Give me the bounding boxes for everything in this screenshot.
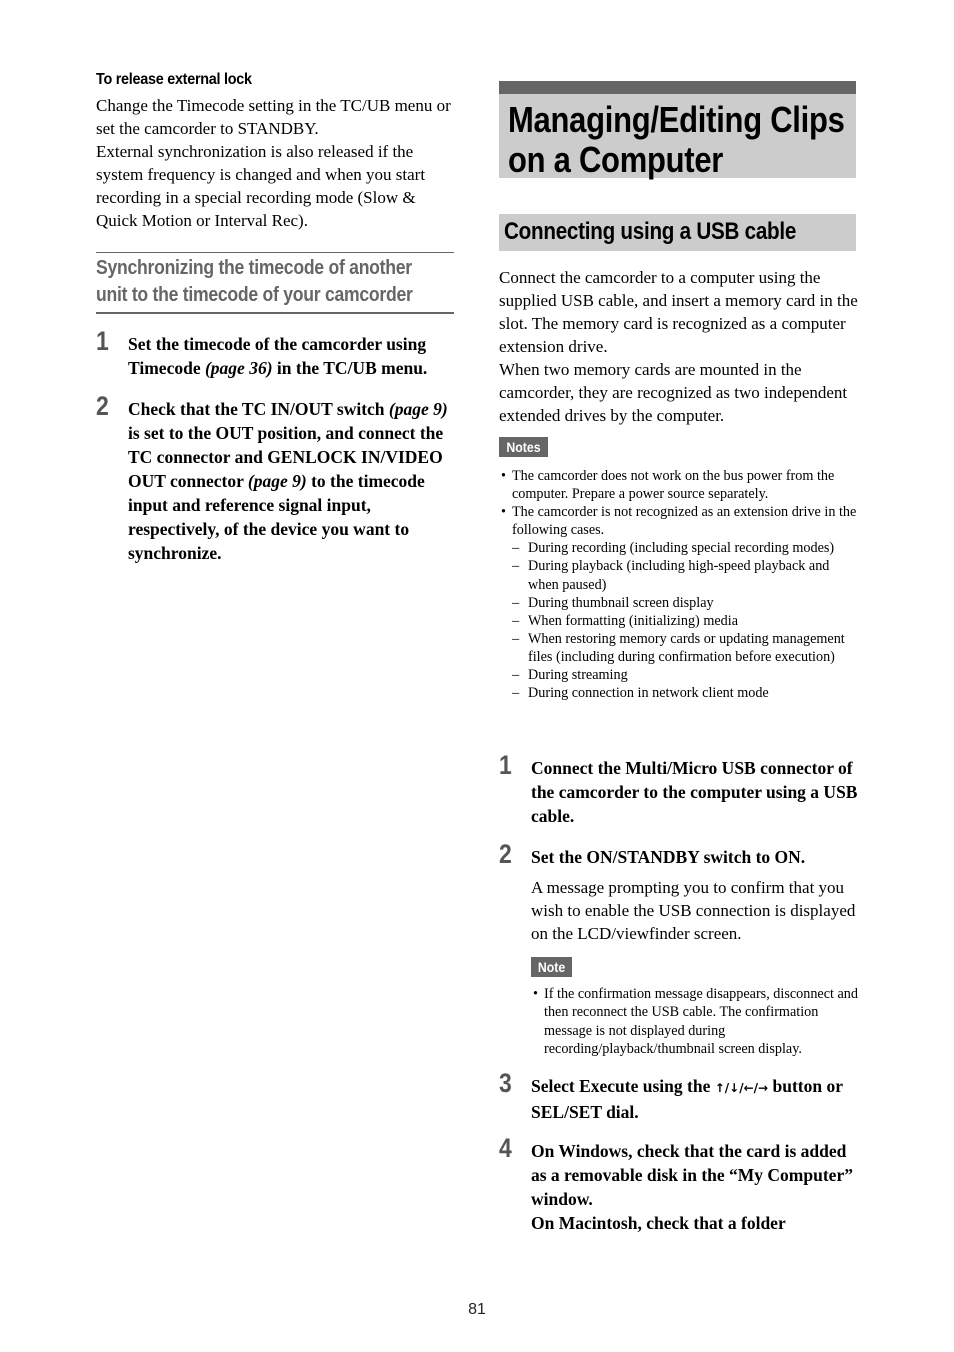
step-text: On Windows, check that the card is added… xyxy=(531,1139,861,1235)
dash-icon: – xyxy=(512,558,520,575)
arrow-up-down-left-right-icon: ↑/↓/←/→ xyxy=(714,1081,769,1095)
step-text: Set the ON/STANDBY switch to ON. xyxy=(531,847,806,867)
text: in the TC/UB menu. xyxy=(272,358,428,378)
notes-badge: Notes xyxy=(499,437,548,457)
release-lock-body: Change the Timecode setting in the TC/UB… xyxy=(96,94,458,232)
case-item: – When formatting (initializing) media xyxy=(499,612,859,630)
step-text: Set the timecode of the camcorder using … xyxy=(128,332,458,380)
usb-step-1: 1 Connect the Multi/Micro USB connector … xyxy=(499,750,861,828)
dash-icon: – xyxy=(512,540,520,557)
sync-section-heading: Synchronizing the timecode of another un… xyxy=(96,252,454,314)
chapter-title: Managing/Editing Clips on a Computer xyxy=(508,100,845,180)
dash-icon: – xyxy=(512,685,520,702)
case-item: – During thumbnail screen display xyxy=(499,594,859,612)
note-item: If the confirmation message disappears, … xyxy=(531,985,861,1059)
heading-line: Synchronizing the timecode of another xyxy=(96,257,412,279)
step-note: Note If the confirmation message disappe… xyxy=(531,957,861,1059)
paragraph: Connect the camcorder to a computer usin… xyxy=(499,268,858,356)
case-item: – During playback (including high-speed p… xyxy=(499,557,859,593)
title-line: Managing/Editing Clips xyxy=(508,99,845,140)
case-item: – During streaming xyxy=(499,666,859,684)
release-lock-heading: To release external lock xyxy=(96,71,252,88)
dash-icon: – xyxy=(512,612,520,629)
usb-step-4: 4 On Windows, check that the card is add… xyxy=(499,1133,861,1235)
page-link[interactable]: (page 36) xyxy=(205,358,273,378)
usb-step-2: 2 Set the ON/STANDBY switch to ON. A mes… xyxy=(499,839,861,1059)
note-list: If the confirmation message disappears, … xyxy=(531,985,861,1059)
chapter-title-band: Managing/Editing Clips on a Computer xyxy=(499,81,856,180)
dash-icon: – xyxy=(512,667,520,684)
case-text: When restoring memory cards or updating … xyxy=(528,630,845,665)
text: Select Execute using the xyxy=(531,1076,715,1096)
note-badge: Note xyxy=(531,957,573,977)
sync-step-1: 1 Set the timecode of the camcorder usin… xyxy=(96,326,458,380)
step-number: 1 xyxy=(499,750,512,780)
step-text: Select Execute using the ↑/↓/←/→ button … xyxy=(531,1074,861,1124)
dash-icon: – xyxy=(512,594,520,611)
text-line: On Windows, check that the card is added… xyxy=(531,1141,853,1209)
section-title: Connecting using a USB cable xyxy=(504,218,797,245)
section-title-band: Connecting using a USB cable xyxy=(499,214,856,251)
badge-label: Note xyxy=(537,959,566,975)
text: Check that the TC IN/OUT switch xyxy=(128,399,389,419)
notes-list: The camcorder does not work on the bus p… xyxy=(499,467,859,702)
usb-step-3: 3 Select Execute using the ↑/↓/←/→ butto… xyxy=(499,1068,861,1124)
note-item: The camcorder is not recognized as an ex… xyxy=(499,503,859,539)
note-item: The camcorder does not work on the bus p… xyxy=(499,467,859,503)
paragraph: Change the Timecode setting in the TC/UB… xyxy=(96,96,451,138)
case-text: During connection in network client mode xyxy=(528,685,769,702)
page-number: 81 xyxy=(468,1301,486,1318)
step-number: 1 xyxy=(96,326,109,356)
badge-label: Notes xyxy=(506,439,541,455)
case-text: During playback (including high-speed pl… xyxy=(528,558,830,593)
case-item: – When restoring memory cards or updating… xyxy=(499,630,859,666)
heading-line: unit to the timecode of your camcorder xyxy=(96,284,413,306)
step-text: Check that the TC IN/OUT switch (page 9)… xyxy=(128,397,458,565)
case-text: When formatting (initializing) media xyxy=(528,612,738,629)
step-description: A message prompting you to confirm that … xyxy=(531,878,856,943)
step-number: 3 xyxy=(499,1068,512,1098)
page-link[interactable]: (page 9) xyxy=(389,399,448,419)
step-number: 4 xyxy=(499,1133,512,1163)
step-number: 2 xyxy=(96,391,109,421)
step-text: Connect the Multi/Micro USB connector of… xyxy=(531,758,858,826)
title-line: on a Computer xyxy=(508,139,724,180)
page-link[interactable]: (page 9) xyxy=(248,471,307,491)
case-text: During streaming xyxy=(528,667,628,684)
intro-text: Connect the camcorder to a computer usin… xyxy=(499,266,861,427)
dash-icon: – xyxy=(512,630,520,647)
case-text: During recording (including special reco… xyxy=(528,540,835,557)
text-line: On Macintosh, check that a folder xyxy=(531,1213,786,1233)
sync-step-2: 2 Check that the TC IN/OUT switch (page … xyxy=(96,391,458,565)
paragraph: When two memory cards are mounted in the… xyxy=(499,360,848,425)
case-item: – During recording (including special rec… xyxy=(499,539,859,557)
step-number: 2 xyxy=(499,839,512,869)
case-item: – During connection in network client mod… xyxy=(499,684,859,702)
paragraph: External synchronization is also release… xyxy=(96,142,426,230)
case-text: During thumbnail screen display xyxy=(528,594,714,611)
